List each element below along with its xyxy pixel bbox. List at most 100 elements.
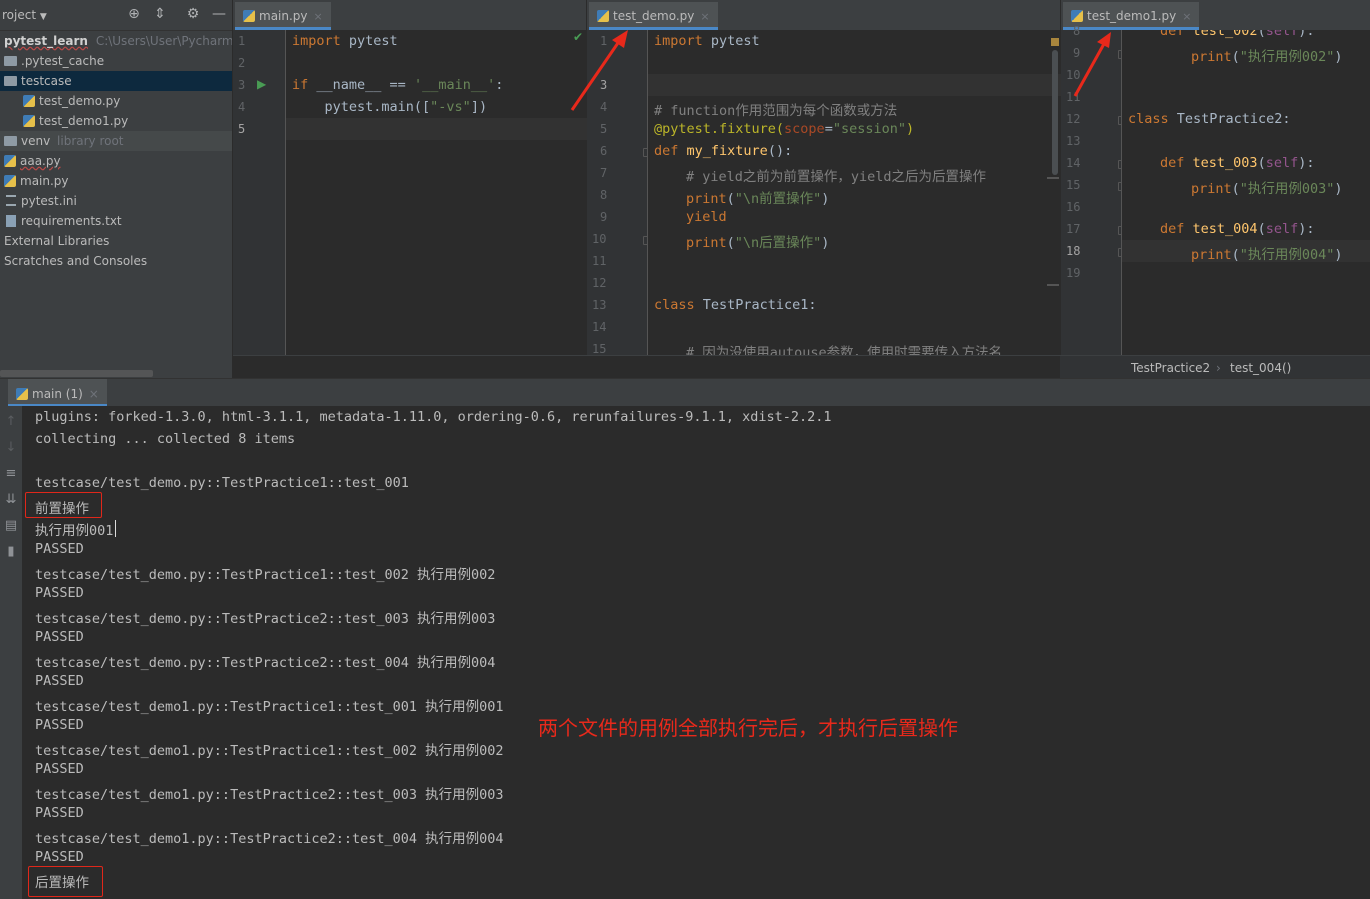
python-file-icon: [1071, 10, 1083, 22]
console-output[interactable]: plugins: forked-1.3.0, html-3.1.1, metad…: [22, 406, 1370, 899]
project-title: roject: [2, 8, 37, 22]
editor-footer: [233, 355, 1060, 379]
breadcrumb-class[interactable]: TestPractice2: [1131, 361, 1210, 375]
tab-label: test_demo1.py: [1087, 9, 1177, 23]
tab-label: main.py: [259, 9, 308, 23]
tree-item-label: main.py: [20, 174, 69, 188]
tree-item-label: venv: [21, 134, 51, 148]
close-icon[interactable]: ×: [89, 387, 99, 401]
gear-icon[interactable]: ⚙: [185, 6, 201, 22]
gutter-main: 1 2 3 4 5 ▶: [233, 30, 285, 355]
python-file-icon: [23, 95, 35, 107]
trash-icon[interactable]: ▮: [3, 544, 19, 560]
run-panel-header: main (1) ×: [0, 378, 1370, 408]
console-line: testcase/test_demo.py::TestPractice2::te…: [35, 611, 496, 627]
tree-item-scratches[interactable]: Scratches and Consoles: [0, 251, 232, 271]
tree-item-label: test_demo1.py: [39, 114, 129, 128]
tree-item-label: aaa.py: [20, 154, 61, 168]
tree-item-label: testcase: [21, 74, 72, 88]
console-line: testcase/test_demo.py::TestPractice2::te…: [35, 655, 496, 671]
soft-wrap-icon[interactable]: ≡: [3, 466, 19, 482]
tab-label: test_demo.py: [613, 9, 695, 23]
console-line: testcase/test_demo1.py::TestPractice1::t…: [35, 743, 504, 759]
project-panel-header: roject ▼ ⊕ ⇕ ⚙ —: [0, 0, 232, 31]
highlight-box-teardown: [28, 866, 103, 897]
console-line: testcase/test_demo1.py::TestPractice1::t…: [35, 699, 504, 715]
close-icon[interactable]: ×: [314, 10, 323, 23]
breadcrumb: TestPractice2 › test_004(): [1060, 355, 1370, 379]
console-line: PASSED: [35, 629, 84, 645]
folder-icon: [4, 56, 17, 66]
text-file-icon: [6, 215, 16, 227]
close-icon[interactable]: ×: [1182, 10, 1191, 23]
tab-test-demo-py[interactable]: test_demo.py ×: [589, 2, 718, 30]
run-tab-label: main (1): [32, 387, 83, 401]
project-view-selector[interactable]: roject ▼: [2, 8, 47, 22]
tree-item-pytest-ini[interactable]: pytest.ini: [0, 191, 232, 211]
console-line: testcase/test_demo1.py::TestPractice2::t…: [35, 787, 504, 803]
editor-test-demo[interactable]: import pytest # function作用范围为每个函数或方法 @py…: [647, 30, 1061, 355]
console-line: testcase/test_demo1.py::TestPractice2::t…: [35, 831, 504, 847]
highlight-box-setup: [25, 492, 102, 518]
tree-item-label: pytest.ini: [21, 194, 77, 208]
run-icon[interactable]: ▶: [257, 77, 266, 91]
annotation-note: 两个文件的用例全部执行完后，才执行后置操作: [538, 716, 958, 740]
tree-item-test-demo1[interactable]: test_demo1.py: [0, 111, 232, 131]
minimize-icon[interactable]: —: [211, 6, 227, 22]
editor-tabbar-demo1: test_demo1.py ×: [1061, 0, 1370, 31]
tree-item-pytest-learn[interactable]: pytest_learn C:\Users\User\PycharmPr: [0, 31, 232, 51]
console-line: testcase/test_demo.py::TestPractice1::te…: [35, 475, 409, 491]
collapse-icon[interactable]: ⇕: [152, 6, 168, 22]
horizontal-scrollbar[interactable]: [0, 370, 153, 377]
tree-item-pytest-cache[interactable]: .pytest_cache: [0, 51, 232, 71]
run-toolbar: ↑ ↓ ≡ ⇊ ▤ ▮: [0, 406, 22, 899]
run-tab[interactable]: main (1) ×: [8, 379, 107, 407]
tree-item-label: Scratches and Consoles: [4, 254, 148, 268]
target-icon[interactable]: ⊕: [126, 6, 142, 22]
project-path: C:\Users\User\PycharmPr: [95, 34, 232, 48]
python-run-icon: [16, 388, 28, 400]
tree-item-aaa[interactable]: aaa.py: [0, 151, 232, 171]
console-line: PASSED: [35, 849, 84, 865]
tree-item-main[interactable]: main.py: [0, 171, 232, 191]
tree-item-label: test_demo.py: [39, 94, 121, 108]
vertical-scrollbar[interactable]: [1052, 50, 1058, 175]
editor-tabbar-demo: test_demo.py ×: [587, 0, 1060, 31]
python-file-icon: [23, 115, 35, 127]
tree-item-label: pytest_learn: [4, 34, 88, 48]
console-line: PASSED: [35, 761, 84, 777]
console-line: plugins: forked-1.3.0, html-3.1.1, metad…: [35, 409, 832, 425]
tree-item-test-demo[interactable]: test_demo.py: [0, 91, 232, 111]
close-icon[interactable]: ×: [700, 10, 709, 23]
tree-item-external-libraries[interactable]: External Libraries: [0, 231, 232, 251]
console-line: testcase/test_demo.py::TestPractice1::te…: [35, 567, 496, 583]
folder-icon: [4, 76, 17, 86]
tab-main-py[interactable]: main.py ×: [235, 2, 331, 30]
tree-item-requirements[interactable]: requirements.txt: [0, 211, 232, 231]
console-line: PASSED: [35, 585, 84, 601]
folder-icon: [4, 136, 17, 146]
python-file-icon: [4, 155, 16, 167]
breadcrumb-method[interactable]: test_004(): [1230, 361, 1291, 375]
editor-main[interactable]: import pytest if __name__ == '__main__':…: [285, 30, 587, 355]
console-line: PASSED: [35, 805, 84, 821]
tree-item-venv[interactable]: venv library root: [0, 131, 232, 151]
editor-test-demo1[interactable]: def test_002(self): print("执行用例002") cla…: [1121, 30, 1370, 355]
project-panel: roject ▼ ⊕ ⇕ ⚙ — pytest_learn C:\Users\U…: [0, 0, 233, 378]
annotation-arrow-1: [570, 30, 628, 111]
console-line: PASSED: [35, 541, 84, 557]
console-line: PASSED: [35, 673, 84, 689]
tree-item-label: .pytest_cache: [21, 54, 105, 68]
annotation-arrow-2: [1073, 32, 1111, 97]
arrow-up-icon[interactable]: ↑: [3, 414, 19, 430]
arrow-down-icon[interactable]: ↓: [3, 440, 19, 456]
chevron-right-icon: ›: [1216, 361, 1221, 375]
inspection-marker[interactable]: [1051, 38, 1059, 46]
print-icon[interactable]: ▤: [3, 518, 19, 534]
console-line: PASSED: [35, 717, 84, 733]
python-file-icon: [4, 175, 16, 187]
tree-item-testcase[interactable]: testcase: [0, 71, 232, 91]
scroll-to-end-icon[interactable]: ⇊: [3, 492, 19, 508]
library-root-label: library root: [57, 134, 124, 148]
tree-item-label: External Libraries: [4, 234, 110, 248]
